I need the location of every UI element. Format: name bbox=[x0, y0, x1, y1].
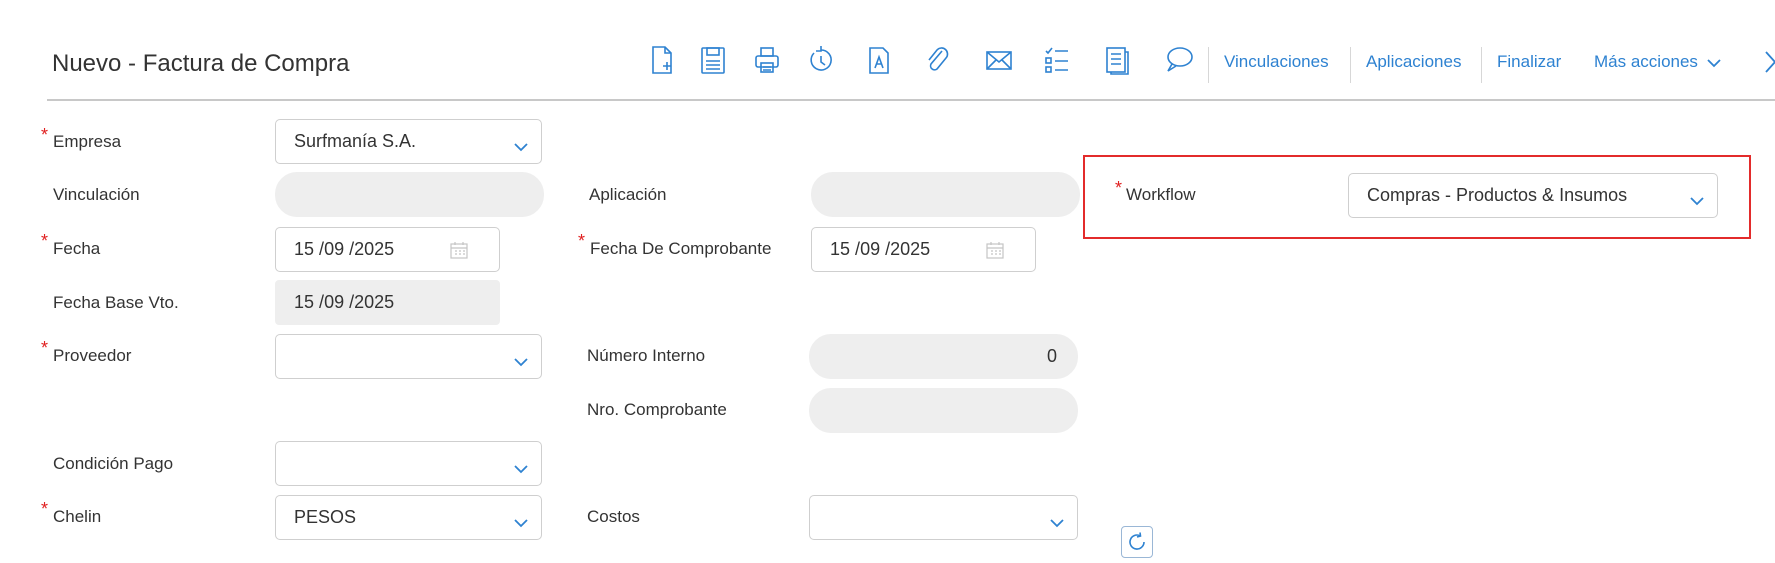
toolbar-separator bbox=[1208, 47, 1209, 83]
print-icon[interactable] bbox=[750, 40, 784, 80]
fecha-comprobante-year: 2025 bbox=[890, 239, 931, 259]
fecha-comprobante-label: Fecha De Comprobante bbox=[590, 239, 772, 258]
fecha-value: 15 /09 /2025 bbox=[294, 239, 394, 260]
required-marker: * bbox=[41, 338, 49, 358]
chevron-down-icon bbox=[513, 352, 529, 367]
workflow-value: Compras - Productos & Insumos bbox=[1367, 185, 1628, 205]
calendar-icon[interactable] bbox=[449, 240, 469, 260]
empresa-label: Empresa bbox=[53, 132, 122, 151]
text-document-icon[interactable] bbox=[862, 40, 896, 80]
chelin-label: Chelin bbox=[53, 507, 102, 526]
chelin-select[interactable]: PESOS bbox=[275, 495, 542, 540]
close-icon[interactable] bbox=[1762, 48, 1775, 76]
required-marker: * bbox=[1115, 178, 1123, 198]
chevron-down-icon bbox=[1706, 52, 1722, 72]
paperclip-icon[interactable] bbox=[920, 40, 954, 80]
report-icon[interactable] bbox=[1100, 40, 1134, 80]
fecha-month: 09 bbox=[324, 239, 345, 259]
fecha-comprobante-date-input[interactable]: 15 /09 /2025 bbox=[811, 227, 1036, 272]
costos-label: Costos bbox=[587, 507, 640, 526]
nro-comprobante-field bbox=[809, 388, 1078, 433]
checklist-icon[interactable] bbox=[1040, 40, 1074, 80]
costos-select[interactable] bbox=[809, 495, 1078, 540]
workflow-label: Workflow bbox=[1126, 185, 1196, 204]
history-icon[interactable] bbox=[804, 40, 838, 80]
condicion-pago-select[interactable] bbox=[275, 441, 542, 486]
fecha-day: 15 bbox=[294, 239, 315, 259]
numero-interno-field: 0 bbox=[809, 334, 1078, 379]
invoice-form-page: Nuevo - Factura de Compra Vinculaciones … bbox=[0, 0, 1775, 563]
fecha-label: Fecha bbox=[53, 239, 101, 258]
fecha-base-vto-field: 15 /09 /2025 bbox=[275, 280, 500, 325]
chelin-value: PESOS bbox=[294, 507, 357, 527]
proveedor-select[interactable] bbox=[275, 334, 542, 379]
vinculaciones-link[interactable]: Vinculaciones bbox=[1224, 52, 1329, 72]
fecha-comprobante-month: 09 bbox=[860, 239, 881, 259]
required-marker: * bbox=[41, 125, 49, 145]
proveedor-label: Proveedor bbox=[53, 346, 132, 365]
new-document-icon[interactable] bbox=[645, 40, 679, 80]
refresh-icon bbox=[1129, 532, 1145, 550]
aplicacion-label: Aplicación bbox=[589, 185, 667, 204]
fecha-base-vto-year: 2025 bbox=[354, 292, 395, 312]
envelope-icon[interactable] bbox=[982, 40, 1016, 80]
chevron-down-icon bbox=[513, 513, 529, 528]
refresh-button[interactable] bbox=[1121, 526, 1153, 558]
chevron-down-icon bbox=[1689, 191, 1705, 206]
save-icon[interactable] bbox=[696, 40, 730, 80]
chevron-down-icon bbox=[1049, 513, 1065, 528]
empresa-select[interactable]: Surfmanía S.A. bbox=[275, 119, 542, 164]
fecha-year: 2025 bbox=[354, 239, 395, 259]
numero-interno-value: 0 bbox=[1046, 346, 1057, 366]
toolbar-separator bbox=[1481, 47, 1482, 83]
mas-acciones-dropdown[interactable]: Más acciones bbox=[1594, 52, 1722, 72]
fecha-base-vto-day: 15 bbox=[294, 292, 315, 312]
vinculacion-field bbox=[275, 172, 544, 217]
chevron-down-icon bbox=[513, 137, 529, 152]
page-title: Nuevo - Factura de Compra bbox=[52, 50, 350, 77]
fecha-base-vto-month: 09 bbox=[324, 292, 345, 312]
comment-icon[interactable] bbox=[1162, 40, 1196, 80]
chevron-down-icon bbox=[513, 459, 529, 474]
condicion-pago-label: Condición Pago bbox=[53, 454, 174, 473]
fecha-comprobante-value: 15 /09 /2025 bbox=[830, 239, 930, 260]
aplicaciones-link[interactable]: Aplicaciones bbox=[1366, 52, 1461, 72]
calendar-icon[interactable] bbox=[985, 240, 1005, 260]
empresa-value: Surfmanía S.A. bbox=[294, 131, 417, 151]
required-marker: * bbox=[578, 231, 586, 251]
fecha-base-vto-label: Fecha Base Vto. bbox=[53, 293, 179, 312]
mas-acciones-label: Más acciones bbox=[1594, 52, 1698, 71]
fecha-comprobante-day: 15 bbox=[830, 239, 851, 259]
fecha-date-input[interactable]: 15 /09 /2025 bbox=[275, 227, 500, 272]
finalizar-link[interactable]: Finalizar bbox=[1497, 52, 1561, 72]
nro-comprobante-label: Nro. Comprobante bbox=[587, 400, 727, 419]
numero-interno-label: Número Interno bbox=[587, 346, 706, 365]
header-divider bbox=[47, 99, 1775, 101]
toolbar-separator bbox=[1350, 47, 1351, 83]
required-marker: * bbox=[41, 231, 49, 251]
workflow-select[interactable]: Compras - Productos & Insumos bbox=[1348, 173, 1718, 218]
required-marker: * bbox=[41, 499, 49, 519]
aplicacion-field bbox=[811, 172, 1080, 217]
fecha-base-vto-value: 15 /09 /2025 bbox=[294, 292, 394, 313]
vinculacion-label: Vinculación bbox=[53, 185, 140, 204]
